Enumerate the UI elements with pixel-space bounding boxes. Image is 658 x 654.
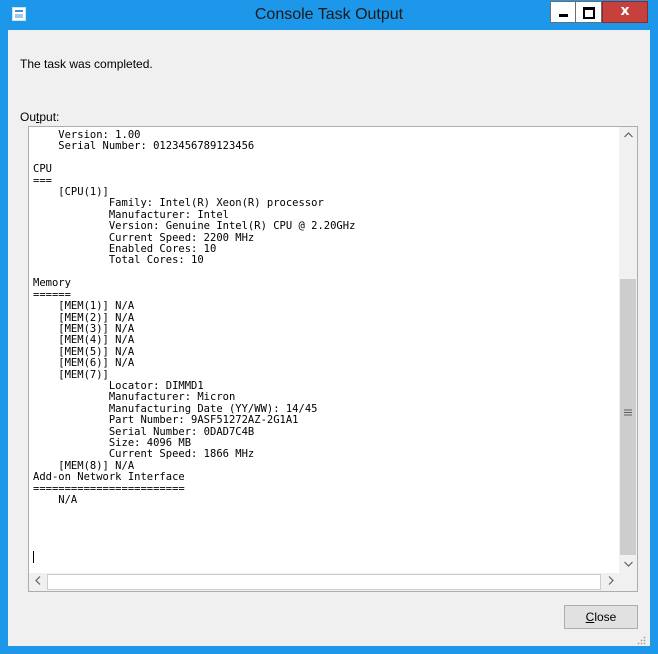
scroll-grip-icon: [620, 409, 636, 419]
dialog-client-area: The task was completed. Output: Version:…: [8, 30, 650, 646]
output-textbox[interactable]: Version: 1.00 Serial Number: 01234567891…: [28, 126, 638, 592]
output-label-prefix: Ou: [20, 110, 37, 124]
close-button[interactable]: Close: [564, 605, 638, 629]
text-caret: [33, 551, 34, 563]
vertical-scrollbar[interactable]: [619, 127, 637, 573]
minimize-button[interactable]: [550, 1, 576, 23]
status-message: The task was completed.: [20, 57, 153, 71]
scrollbar-corner: [619, 573, 637, 591]
output-label-suffix: put:: [39, 110, 60, 124]
chevron-right-icon[interactable]: [602, 573, 619, 591]
console-task-output-window: Console Task Output x The task was compl…: [0, 0, 658, 654]
title-bar[interactable]: Console Task Output x: [0, 0, 658, 30]
output-text[interactable]: Version: 1.00 Serial Number: 01234567891…: [33, 130, 617, 570]
chevron-left-icon[interactable]: [29, 573, 46, 591]
window-close-button[interactable]: x: [602, 1, 648, 23]
chevron-down-icon[interactable]: [619, 556, 637, 573]
chevron-up-icon[interactable]: [619, 127, 637, 144]
horizontal-scroll-thumb[interactable]: [47, 574, 601, 590]
resize-grip-icon[interactable]: [636, 632, 646, 645]
maximize-button[interactable]: [576, 1, 602, 23]
output-label: Output:: [20, 110, 59, 124]
vertical-scroll-thumb[interactable]: [620, 279, 636, 555]
close-button-label: lose: [594, 610, 617, 624]
horizontal-scrollbar[interactable]: [29, 573, 619, 591]
close-icon: x: [620, 3, 630, 19]
